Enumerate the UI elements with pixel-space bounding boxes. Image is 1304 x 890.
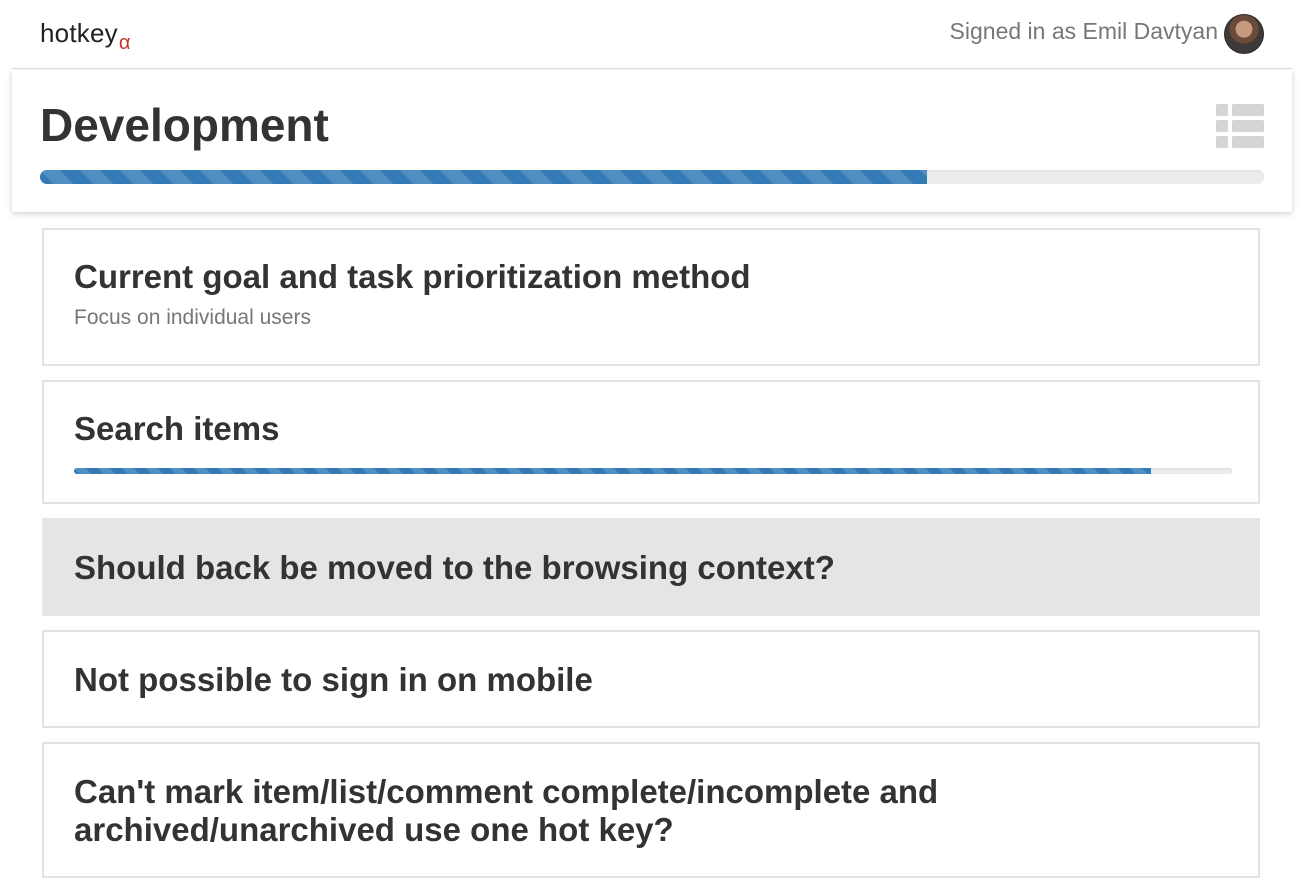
item-title: Not possible to sign in on mobile: [74, 661, 593, 698]
item-title-line-2: archived/unarchived use one hot key?: [74, 811, 674, 848]
list-item[interactable]: Can't mark item/list/comment complete/in…: [42, 742, 1260, 878]
signed-in-label: Signed in as Emil Davtyan: [949, 18, 1218, 44]
list-item[interactable]: Not possible to sign in on mobile: [42, 630, 1260, 728]
brand-name: hotkey: [40, 18, 118, 48]
brand-alpha-badge: α: [118, 32, 131, 54]
item-subtitle: Focus on individual users: [74, 306, 311, 329]
item-progress-fill: [74, 468, 1151, 474]
top-bar: hotkeyα Signed in as Emil Davtyan: [0, 0, 1304, 68]
item-progress-bar: [74, 468, 1232, 474]
list-item[interactable]: Search items: [42, 380, 1260, 504]
list-progress-fill: [40, 170, 928, 184]
item-title: Can't mark item/list/comment complete/in…: [74, 773, 938, 849]
list-header-card: Development: [12, 70, 1292, 212]
list-item-selected[interactable]: Should back be moved to the browsing con…: [42, 518, 1260, 616]
list-view-icon[interactable]: [1216, 104, 1264, 148]
item-title: Current goal and task prioritization met…: [74, 258, 751, 295]
brand-logo[interactable]: hotkeyα: [40, 18, 131, 54]
item-title-line-1: Can't mark item/list/comment complete/in…: [74, 773, 939, 810]
item-title: Search items: [74, 410, 280, 447]
list-title: Development: [40, 99, 329, 151]
list-progress-bar: [40, 170, 1264, 184]
top-divider: [12, 68, 1292, 69]
list-item[interactable]: Current goal and task prioritization met…: [42, 228, 1260, 366]
item-title: Should back be moved to the browsing con…: [74, 549, 835, 586]
user-avatar[interactable]: [1224, 14, 1264, 54]
